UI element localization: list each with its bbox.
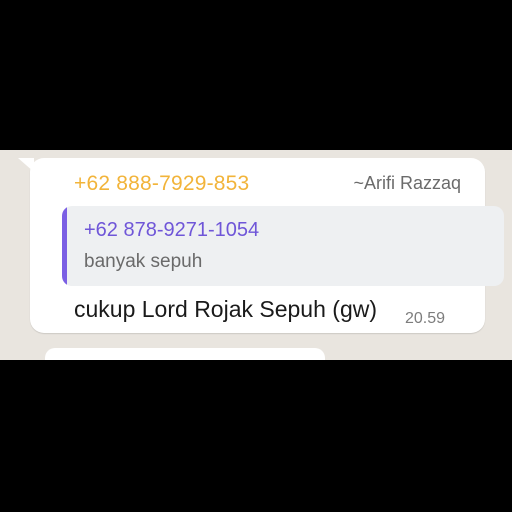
chat-area[interactable]: +62 888-7929-853 ~Arifi Razzaq +62 878-9… bbox=[0, 150, 512, 360]
bubble-tail bbox=[18, 158, 34, 172]
sender-name: ~Arifi Razzaq bbox=[353, 173, 461, 193]
sender-number[interactable]: +62 888-7929-853 bbox=[74, 172, 249, 196]
message-text: cukup Lord Rojak Sepuh (gw) bbox=[74, 296, 377, 322]
quoted-message-text: banyak sepuh bbox=[84, 251, 203, 272]
quoted-sender-number: +62 878-9271-1054 bbox=[84, 219, 260, 241]
quote-accent-bar bbox=[62, 206, 67, 286]
quoted-reply[interactable]: +62 878-9271-1054 banyak sepuh bbox=[62, 206, 504, 286]
screenshot-frame: +62 888-7929-853 ~Arifi Razzaq +62 878-9… bbox=[0, 0, 512, 512]
next-message-bubble[interactable] bbox=[45, 348, 325, 360]
message-timestamp: 20.59 bbox=[404, 310, 445, 327]
incoming-message-bubble[interactable]: +62 888-7929-853 ~Arifi Razzaq +62 878-9… bbox=[30, 158, 504, 333]
